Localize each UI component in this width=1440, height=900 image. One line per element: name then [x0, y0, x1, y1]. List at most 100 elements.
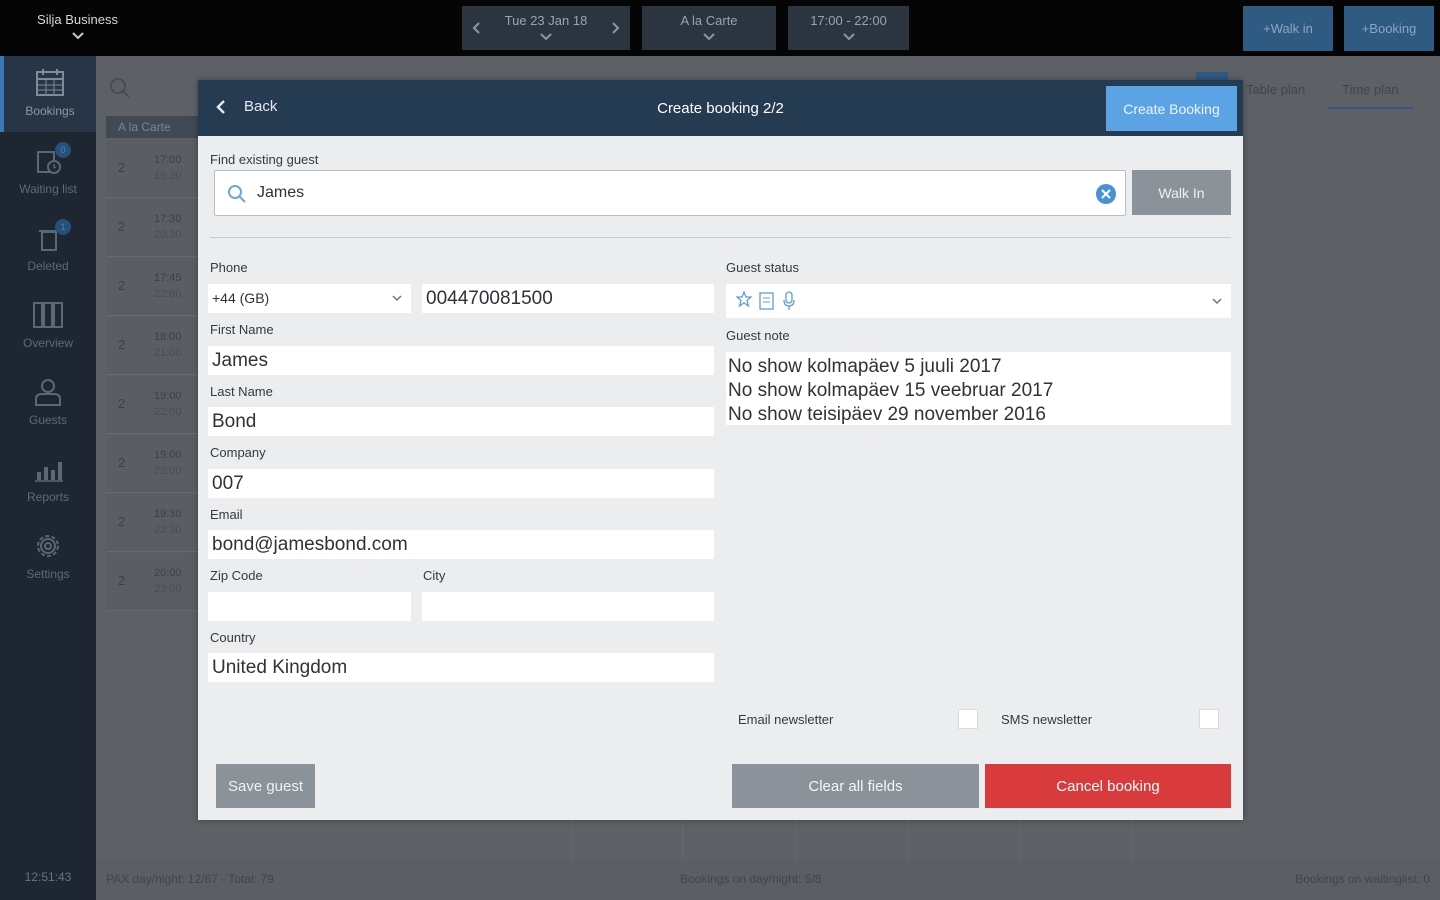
- chevron-down-icon: [392, 295, 402, 302]
- guest-status-label: Guest status: [726, 260, 799, 275]
- clear-icon[interactable]: [1095, 183, 1117, 205]
- sidebar-item-settings[interactable]: Settings: [0, 519, 96, 595]
- booking-row[interactable]: 2 17:30 20:30: [106, 199, 198, 257]
- sidebar-item-label: Guests: [28, 413, 67, 427]
- walk-in-button[interactable]: Walk In: [1132, 170, 1231, 215]
- email-label: Email: [210, 507, 243, 522]
- create-booking-dialog: Back Create booking 2/2 Create Booking F…: [198, 80, 1243, 820]
- phone-country-select[interactable]: +44 (GB): [208, 284, 411, 313]
- booking-row[interactable]: 2 18:00 21:00: [106, 317, 198, 375]
- pax-summary: PAX day/night: 12/67 - Total: 79: [106, 872, 274, 886]
- divider: [210, 237, 1231, 238]
- email-newsletter-label: Email newsletter: [738, 712, 834, 727]
- guest-status-select[interactable]: [726, 284, 1231, 318]
- sidebar-item-label: Deleted: [27, 259, 69, 273]
- sidebar-item-label: Waiting list: [19, 182, 77, 196]
- waiting-list-badge: 0: [55, 142, 71, 158]
- grid-line: [682, 816, 683, 860]
- time-range-selector[interactable]: 17:00 - 22:00: [788, 6, 909, 50]
- walk-in-top-button[interactable]: +Walk in: [1243, 6, 1333, 51]
- guest-note-field[interactable]: No show kolmapäev 5 juuli 2017 No show k…: [726, 352, 1231, 425]
- sidebar-item-waiting-list[interactable]: 0 Waiting list: [0, 134, 96, 210]
- phone-country-value: +44 (GB): [212, 290, 270, 306]
- sidebar-item-label: Overview: [22, 336, 73, 350]
- phone-label: Phone: [210, 260, 248, 275]
- first-name-label: First Name: [210, 322, 274, 337]
- cancel-booking-button[interactable]: Cancel booking: [985, 764, 1231, 808]
- deleted-badge: 1: [55, 219, 71, 235]
- chevron-down-icon: [842, 33, 855, 41]
- chevron-right-icon[interactable]: [610, 21, 620, 35]
- chevron-down-icon: [1212, 298, 1222, 305]
- menu-label: A la Carte: [680, 13, 738, 28]
- email-newsletter-checkbox[interactable]: [958, 709, 978, 729]
- sidebar-item-guests[interactable]: Guests: [0, 365, 96, 441]
- country-field[interactable]: United Kingdom: [208, 653, 714, 682]
- clear-fields-button[interactable]: Clear all fields: [732, 764, 979, 808]
- booking-row[interactable]: 2 19:30 22:30: [106, 494, 198, 552]
- time-range-label: 17:00 - 22:00: [810, 13, 887, 28]
- sidebar-item-label: Bookings: [25, 104, 75, 118]
- booking-row[interactable]: 2 19:00 22:00: [106, 435, 198, 493]
- sidebar: Bookings 0 Waiting list 1 Deleted Overvi…: [0, 56, 96, 900]
- sms-newsletter-label: SMS newsletter: [1001, 712, 1093, 727]
- clock: 12:51:43: [24, 870, 72, 884]
- dialog-title: Create booking 2/2: [657, 100, 784, 117]
- first-name-field[interactable]: James: [208, 346, 714, 375]
- section-header: A la Carte: [106, 116, 198, 138]
- save-guest-button[interactable]: Save guest: [216, 764, 315, 808]
- booking-top-button[interactable]: +Booking: [1344, 6, 1434, 51]
- company-field[interactable]: 007: [208, 469, 714, 498]
- tab-indicator: [1196, 72, 1228, 80]
- star-icon: [736, 291, 752, 307]
- note-line: No show kolmapäev 15 veebruar 2017: [728, 380, 1054, 401]
- email-field[interactable]: bond@jamesbond.com: [208, 530, 714, 559]
- search-icon[interactable]: [106, 74, 196, 104]
- chevron-down-icon: [703, 33, 715, 41]
- document-icon: [759, 292, 774, 310]
- note-line: No show teisipäev 29 november 2016: [728, 404, 1046, 425]
- grid-line: [1132, 816, 1133, 860]
- city-label: City: [423, 568, 446, 583]
- status-footer: PAX day/night: 12/67 - Total: 79 Booking…: [96, 860, 1440, 900]
- booking-row[interactable]: 2 17:00 19:30: [106, 140, 198, 198]
- menu-selector[interactable]: A la Carte: [642, 6, 776, 50]
- columns-icon: [33, 302, 63, 328]
- booking-row[interactable]: 2 20:00 23:00: [106, 553, 198, 611]
- sidebar-item-overview[interactable]: Overview: [0, 288, 96, 364]
- zip-field[interactable]: [208, 592, 411, 621]
- grid-line: [908, 816, 909, 860]
- chevron-left-icon[interactable]: [472, 21, 482, 35]
- guest-search-input[interactable]: James: [214, 170, 1126, 216]
- tab-table-plan[interactable]: Table plan: [1246, 82, 1305, 97]
- gear-icon: [37, 535, 59, 557]
- grid-line: [796, 816, 797, 860]
- venue-selector[interactable]: Silja Business: [0, 0, 155, 56]
- booking-row[interactable]: 2 19:00 22:00: [106, 376, 198, 434]
- sidebar-item-deleted[interactable]: 1 Deleted: [0, 211, 96, 287]
- tab-time-plan[interactable]: Time plan: [1328, 82, 1413, 109]
- create-booking-button[interactable]: Create Booking: [1106, 86, 1237, 131]
- date-selector[interactable]: Tue 23 Jan 18: [462, 6, 630, 50]
- sidebar-item-reports[interactable]: Reports: [0, 442, 96, 518]
- chevron-down-icon: [540, 33, 552, 41]
- calendar-icon: [36, 69, 64, 96]
- city-field[interactable]: [422, 592, 714, 621]
- sidebar-item-label: Settings: [26, 567, 70, 581]
- guest-note-label: Guest note: [726, 328, 790, 343]
- last-name-label: Last Name: [210, 384, 273, 399]
- grid-line: [1020, 816, 1021, 860]
- find-guest-label: Find existing guest: [210, 152, 319, 167]
- microphone-icon: [783, 291, 795, 310]
- bar-chart-icon: [35, 462, 63, 482]
- guest-search-value: James: [257, 184, 305, 201]
- bookings-summary: Bookings on day/night: 5/8: [680, 872, 822, 886]
- search-icon: [228, 185, 246, 203]
- sms-newsletter-checkbox[interactable]: [1199, 709, 1219, 729]
- waitinglist-summary: Bookings on waitinglist: 0: [1295, 872, 1430, 886]
- sidebar-item-bookings[interactable]: Bookings: [0, 56, 96, 132]
- chevron-down-icon: [71, 32, 84, 40]
- phone-number-field[interactable]: 004470081500: [422, 284, 714, 313]
- last-name-field[interactable]: Bond: [208, 407, 714, 436]
- booking-row[interactable]: 2 17:45 22:00: [106, 258, 198, 316]
